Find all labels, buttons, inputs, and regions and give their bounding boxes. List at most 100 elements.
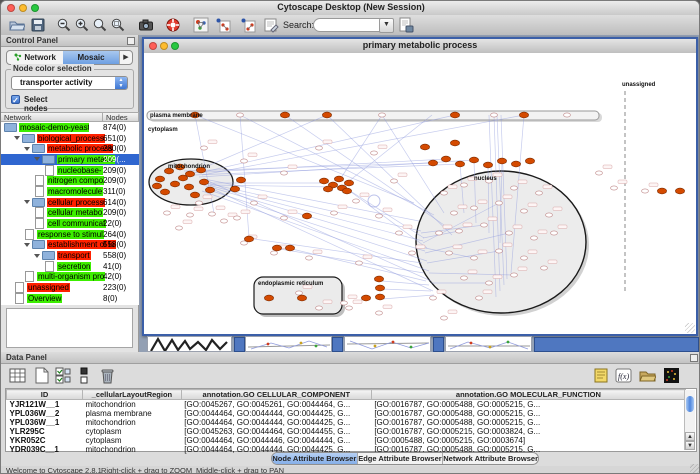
network-node[interactable] [486, 281, 493, 285]
network-node[interactable] [221, 219, 228, 223]
select-nodes-checkbox[interactable]: ✓ [11, 95, 20, 104]
network-node[interactable] [331, 211, 338, 215]
selected-network-node[interactable] [657, 188, 666, 194]
network-node[interactable] [541, 266, 548, 270]
edge[interactable] [382, 281, 429, 285]
network-node[interactable] [611, 186, 618, 190]
selected-network-node[interactable] [441, 156, 450, 162]
selected-network-node[interactable] [323, 186, 332, 192]
new-attribute-icon[interactable] [33, 367, 50, 384]
network-node[interactable] [531, 236, 538, 240]
network-node[interactable] [346, 306, 353, 310]
node-color-attribute-select[interactable]: transporter activity ▲▼ [11, 76, 128, 90]
attribute-editor-icon[interactable] [593, 367, 610, 384]
attribute-grid-icon[interactable] [9, 367, 26, 384]
selected-network-node[interactable] [319, 178, 328, 184]
table-row[interactable]: YLR295Ccytoplasm[GO:0045263, GO:0044464,… [7, 427, 686, 436]
network-node[interactable] [446, 251, 453, 255]
open-session-icon[interactable] [9, 17, 25, 33]
table-scrollbar-thumb[interactable] [686, 396, 694, 412]
network-window-titlebar[interactable]: primary metabolic process [144, 39, 696, 54]
function-builder-icon[interactable]: f(x) [615, 367, 632, 384]
table-column-header[interactable]: annotation.GO CELLULAR_COMPONENT [181, 390, 371, 400]
selected-network-node[interactable] [375, 294, 384, 300]
tree-row[interactable]: primary metabo209(... [1, 154, 139, 165]
network-node[interactable] [376, 311, 383, 315]
tree-row[interactable]: multi-organism pro42(0) [1, 272, 139, 283]
search-dropdown-arrow[interactable]: ▼ [379, 18, 394, 33]
network-canvas[interactable]: plasma membranecytoplasmmitochondrionnuc… [144, 53, 696, 334]
selected-network-node[interactable] [428, 160, 437, 166]
tab-mosaic[interactable]: Mosaic [63, 51, 119, 64]
network-node[interactable] [409, 251, 416, 255]
network-node[interactable] [481, 223, 488, 227]
tree-row[interactable]: nucleobase-209(0) [1, 165, 139, 176]
tree-row[interactable]: macromolecule311(0) [1, 186, 139, 197]
network-node[interactable] [536, 191, 543, 195]
background-window-edge[interactable] [234, 337, 245, 352]
tab-overflow-arrow[interactable]: ▶ [119, 51, 132, 64]
selected-network-node[interactable] [450, 112, 459, 118]
edge[interactable] [382, 295, 434, 299]
tree-row[interactable]: cell communicat22(0) [1, 218, 139, 229]
background-window-edge[interactable] [332, 337, 343, 352]
selected-network-node[interactable] [361, 295, 370, 301]
network-node[interactable] [436, 231, 443, 235]
network-node[interactable] [176, 226, 183, 230]
background-window-titlebar[interactable] [534, 337, 699, 352]
table-row[interactable]: YJR121W__1mitochondrion[GO:0045267, GO:0… [7, 400, 686, 410]
disclosure-triangle-icon[interactable] [34, 254, 40, 258]
selected-network-node[interactable] [525, 158, 534, 164]
background-window-fragment[interactable] [147, 336, 232, 352]
edge[interactable] [202, 115, 524, 175]
network-node[interactable] [234, 216, 241, 220]
self-loop-edge[interactable] [368, 195, 380, 207]
data-panel-float-icon[interactable] [690, 354, 698, 362]
edge[interactable] [240, 115, 249, 237]
tree-row[interactable]: cellular process614(0) [1, 197, 139, 208]
network-node[interactable] [451, 211, 458, 215]
table-column-header[interactable]: ID [7, 390, 83, 400]
disclosure-triangle-icon[interactable] [14, 136, 20, 140]
search-input[interactable] [313, 18, 387, 32]
network-node[interactable] [441, 191, 448, 195]
network-node[interactable] [341, 301, 348, 305]
network-node[interactable] [441, 316, 448, 320]
disclosure-triangle-icon[interactable] [24, 243, 30, 247]
network-node[interactable] [237, 113, 244, 117]
tree-row[interactable]: mosaic-demo-yeast874(0) [1, 122, 139, 133]
snapshot-camera-icon[interactable] [138, 17, 154, 33]
tree-row[interactable]: secretion41(0) [1, 261, 139, 272]
background-window-fragment[interactable] [245, 336, 332, 352]
selected-network-node[interactable] [264, 295, 273, 301]
network-node[interactable] [430, 296, 437, 300]
window-resize-grip[interactable] [690, 464, 699, 473]
selected-network-node[interactable] [334, 176, 343, 182]
disclosure-triangle-icon[interactable] [24, 147, 30, 151]
network-window-resize-grip[interactable] [685, 323, 695, 333]
tree-row[interactable]: metabolic process280(0) [1, 143, 139, 154]
selected-network-node[interactable] [205, 187, 214, 193]
unify-attributes-icon[interactable] [77, 367, 94, 384]
selected-network-node[interactable] [375, 285, 384, 291]
import-attribute-folder-icon[interactable] [639, 367, 656, 384]
network-node[interactable] [471, 206, 478, 210]
network-node[interactable] [201, 146, 208, 150]
new-network-icon[interactable] [193, 17, 209, 33]
selected-network-node[interactable] [455, 161, 464, 167]
selected-network-node[interactable] [483, 162, 492, 168]
background-window-edge[interactable] [433, 337, 444, 352]
new-network-from-selected-edges-icon[interactable] [240, 17, 256, 33]
network-node[interactable] [506, 231, 513, 235]
selected-network-node[interactable] [374, 276, 383, 282]
selected-network-node[interactable] [160, 189, 169, 195]
selected-network-node[interactable] [155, 176, 164, 182]
background-window-fragment[interactable] [445, 336, 532, 352]
selected-network-node[interactable] [230, 186, 239, 192]
tree-row[interactable]: Overview8(0) [1, 293, 139, 304]
selected-network-node[interactable] [344, 180, 353, 186]
selected-network-node[interactable] [190, 192, 199, 198]
selected-network-node[interactable] [302, 213, 311, 219]
selected-network-node[interactable] [152, 183, 161, 189]
network-node[interactable] [281, 171, 288, 175]
